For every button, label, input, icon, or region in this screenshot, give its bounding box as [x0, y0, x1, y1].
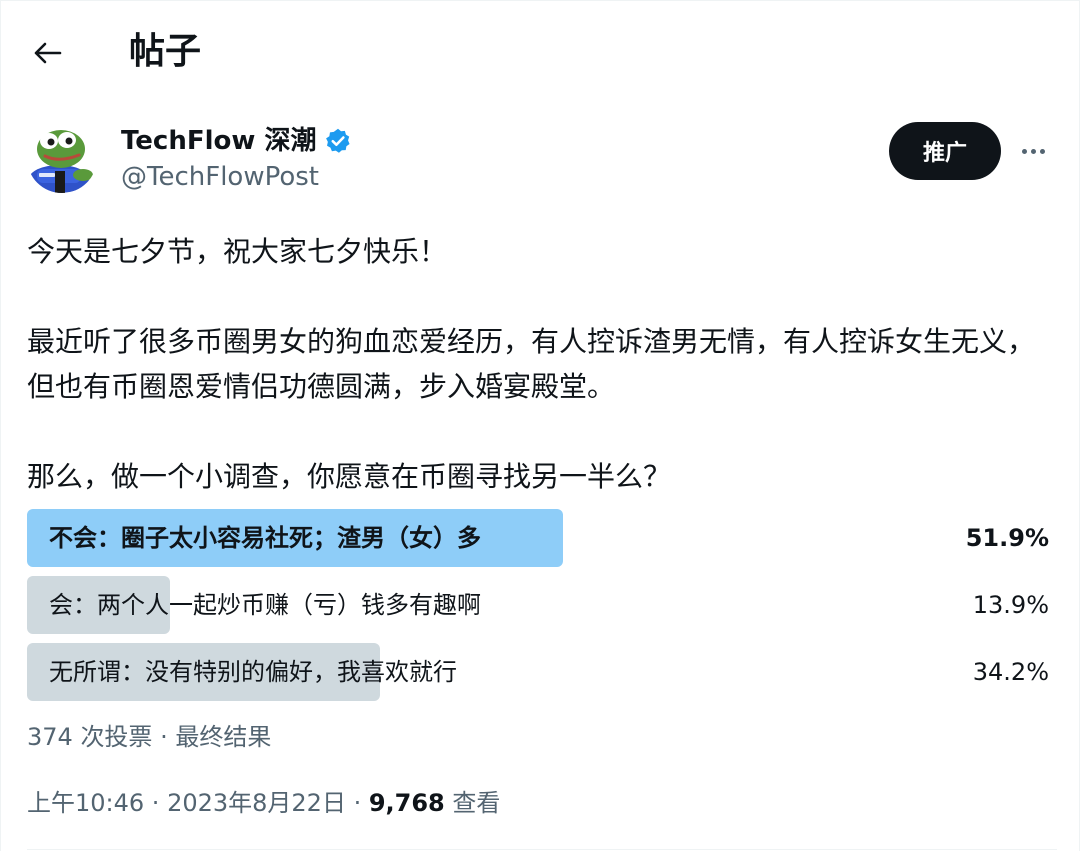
poll-option-label: 不会：圈子太小容易社死；渣男（女）多: [49, 524, 481, 552]
post-detail-page: 帖子 TechFlow 深潮 @TechFlowPost 推广 今天是七夕节，祝…: [0, 0, 1080, 851]
post-time[interactable]: 上午10:46: [27, 789, 144, 817]
views-count: 9,768: [368, 789, 445, 817]
page-title: 帖子: [129, 31, 202, 72]
post-date[interactable]: 2023年8月22日: [167, 789, 346, 817]
avatar[interactable]: [27, 123, 97, 193]
tweet-paragraph: 今天是七夕节，祝大家七夕快乐！: [27, 235, 448, 268]
poll-meta: 374 次投票 · 最终结果: [27, 723, 272, 751]
poll-option[interactable]: 无所谓：没有特别的偏好，我喜欢就行 34.2%: [27, 643, 1057, 701]
author-name-row: TechFlow 深潮: [121, 122, 352, 160]
pepe-frog-avatar-icon: [27, 123, 97, 193]
tweet-paragraph: 那么，做一个小调查，你愿意在币圈寻找另一半么？: [27, 460, 672, 493]
poll-option-percent: 51.9%: [965, 524, 1049, 552]
poll-option-percent: 13.9%: [972, 591, 1049, 619]
tweet-paragraph: 最近听了很多币圈男女的狗血恋爱经历，有人控诉渣男无情，有人控诉女生无义，但也有币…: [27, 325, 1036, 403]
more-dot: [1021, 148, 1027, 154]
poll: 不会：圈子太小容易社死；渣男（女）多 51.9% 会：两个人一起炒币赚（亏）钱多…: [27, 509, 1057, 710]
poll-option[interactable]: 不会：圈子太小容易社死；渣男（女）多 51.9%: [27, 509, 1057, 567]
more-dot: [1030, 148, 1036, 154]
promote-button[interactable]: 推广: [889, 122, 1001, 180]
back-button[interactable]: [25, 33, 69, 73]
poll-option-label: 会：两个人一起炒币赚（亏）钱多有趣啊: [49, 591, 481, 619]
poll-option-percent: 34.2%: [972, 658, 1049, 686]
separator: ·: [345, 789, 369, 817]
divider: [27, 849, 1057, 850]
more-dot: [1039, 148, 1045, 154]
header: 帖子: [1, 1, 1079, 105]
arrow-left-icon: [34, 42, 62, 64]
poll-option[interactable]: 会：两个人一起炒币赚（亏）钱多有趣啊 13.9%: [27, 576, 1057, 634]
timestamp-row: 上午10:46 · 2023年8月22日 · 9,768 查看: [27, 783, 500, 823]
author-name[interactable]: TechFlow 深潮: [121, 123, 316, 159]
author-handle[interactable]: @TechFlowPost: [121, 159, 319, 195]
more-options-icon[interactable]: [1013, 135, 1053, 167]
separator: ·: [144, 789, 168, 817]
poll-option-label: 无所谓：没有特别的偏好，我喜欢就行: [49, 658, 457, 686]
verified-badge-icon[interactable]: [324, 127, 352, 155]
tweet-body: 今天是七夕节，祝大家七夕快乐！ 最近听了很多币圈男女的狗血恋爱经历，有人控诉渣男…: [27, 229, 1057, 499]
views-label: 查看: [444, 789, 501, 817]
